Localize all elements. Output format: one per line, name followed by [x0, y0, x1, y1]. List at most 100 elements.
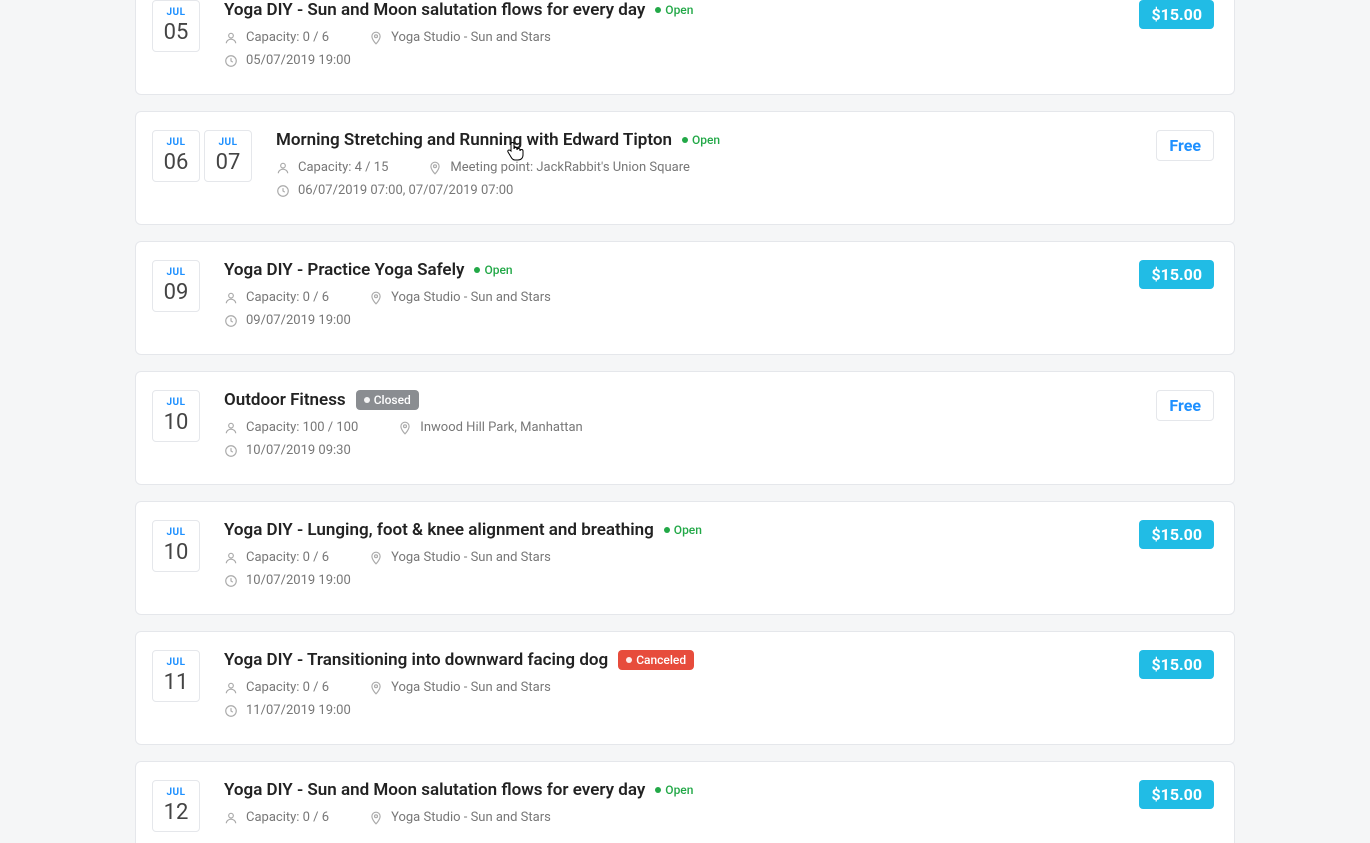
- meta-row: Capacity: 0 / 6 Yoga Studio - Sun and Sta…: [224, 550, 1119, 565]
- event-card[interactable]: JUL06JUL07Morning Stretching and Running…: [135, 111, 1235, 225]
- price-column: $15.00: [1139, 260, 1214, 289]
- status-dot-icon: [474, 267, 480, 273]
- date-badge: JUL10: [152, 390, 200, 442]
- datetime-item: 10/07/2019 09:30: [224, 443, 351, 458]
- date-column: JUL 10: [152, 520, 200, 572]
- price-badge: $15.00: [1139, 0, 1214, 29]
- date-day: 10: [153, 540, 199, 565]
- event-title[interactable]: Yoga DIY - Lunging, foot & knee alignmen…: [224, 520, 654, 540]
- date-month: JUL: [153, 787, 199, 798]
- date-month: JUL: [153, 267, 199, 278]
- price-badge: Free: [1156, 390, 1214, 421]
- status-badge: Closed: [356, 390, 419, 410]
- location-text: Inwood Hill Park, Manhattan: [420, 420, 582, 435]
- date-column: JUL11: [152, 650, 200, 702]
- event-title[interactable]: Outdoor Fitness: [224, 390, 346, 410]
- title-row: Yoga DIY - Practice Yoga Safely Open: [224, 260, 1119, 280]
- location-text: Yoga Studio - Sun and Stars: [391, 30, 551, 45]
- price-column: Free: [1156, 130, 1214, 161]
- date-month: JUL: [153, 137, 199, 148]
- status-label: Canceled: [636, 653, 686, 667]
- event-card[interactable]: JUL09 Yoga DIY - Practice Yoga Safely Open…: [135, 241, 1235, 355]
- event-card[interactable]: JUL 12 Yoga DIY - Sun and Moon salutation …: [135, 761, 1235, 843]
- date-column: JUL 12: [152, 780, 200, 832]
- date-month: JUL: [153, 397, 199, 408]
- event-title[interactable]: Yoga DIY - Sun and Moon salutation flows…: [224, 0, 645, 20]
- date-day: 06: [153, 150, 199, 175]
- location-item: Yoga Studio - Sun and Stars: [369, 810, 551, 825]
- price-column: $15.00: [1139, 780, 1214, 809]
- event-main: Yoga DIY - Sun and Moon salutation flows…: [224, 0, 1119, 76]
- status-label: Closed: [374, 393, 411, 407]
- title-row: Morning Stretching and Running with Edwa…: [276, 130, 1136, 150]
- price-column: Free: [1156, 390, 1214, 421]
- datetime-row: 05/07/2019 19:00: [224, 53, 1119, 68]
- event-card[interactable]: JUL 10 Yoga DIY - Lunging, foot & knee ali…: [135, 501, 1235, 615]
- title-row: Yoga DIY - Transitioning into downward f…: [224, 650, 1119, 670]
- datetime-item: 06/07/2019 07:00, 07/07/2019 07:00: [276, 183, 513, 198]
- event-title[interactable]: Yoga DIY - Practice Yoga Safely: [224, 260, 464, 280]
- meta-row: Capacity: 0 / 6 Yoga Studio - Sun and Sta…: [224, 30, 1119, 45]
- status-label: Open: [665, 3, 693, 17]
- location-pin-icon: [369, 291, 383, 305]
- status-badge: Canceled: [618, 650, 694, 670]
- datetime-item: 10/07/2019 19:00: [224, 573, 351, 588]
- date-month: JUL: [153, 657, 199, 668]
- location-text: Meeting point: JackRabbit's Union Square: [450, 160, 689, 175]
- date-day: 05: [153, 20, 199, 45]
- clock-icon: [224, 574, 238, 588]
- price-badge: $15.00: [1139, 520, 1214, 549]
- datetime-text: 10/07/2019 09:30: [246, 443, 351, 458]
- status-label: Open: [665, 783, 693, 797]
- meta-row: Capacity: 0 / 6Yoga Studio - Sun and Sta…: [224, 290, 1119, 305]
- clock-icon: [224, 314, 238, 328]
- location-text: Yoga Studio - Sun and Stars: [391, 290, 551, 305]
- meta-row: Capacity: 100 / 100 Inwood Hill Park, Man…: [224, 420, 1136, 435]
- person-icon: [224, 291, 238, 305]
- date-badge: JUL09: [152, 260, 200, 312]
- date-column: JUL10: [152, 390, 200, 442]
- person-icon: [224, 31, 238, 45]
- price-badge: Free: [1156, 130, 1214, 161]
- capacity-item: Capacity: 0 / 6: [224, 30, 329, 45]
- datetime-row: 06/07/2019 07:00, 07/07/2019 07:00: [276, 183, 1136, 198]
- status-label: Open: [484, 263, 512, 277]
- event-card[interactable]: JUL10 Outdoor Fitness Closed Capacity: 100 …: [135, 371, 1235, 485]
- event-card[interactable]: JUL 05 Yoga DIY - Sun and Moon salutation …: [135, 0, 1235, 95]
- location-text: Yoga Studio - Sun and Stars: [391, 550, 551, 565]
- person-icon: [224, 681, 238, 695]
- location-item: Yoga Studio - Sun and Stars: [369, 290, 551, 305]
- date-day: 12: [153, 800, 199, 825]
- title-row: Yoga DIY - Lunging, foot & knee alignmen…: [224, 520, 1119, 540]
- location-text: Yoga Studio - Sun and Stars: [391, 810, 551, 825]
- event-main: Yoga DIY - Lunging, foot & knee alignmen…: [224, 520, 1119, 596]
- event-title[interactable]: Yoga DIY - Sun and Moon salutation flows…: [224, 780, 645, 800]
- location-text: Yoga Studio - Sun and Stars: [391, 680, 551, 695]
- event-title[interactable]: Morning Stretching and Running with Edwa…: [276, 130, 672, 150]
- clock-icon: [224, 444, 238, 458]
- location-pin-icon: [369, 681, 383, 695]
- capacity-item: Capacity: 0 / 6: [224, 550, 329, 565]
- datetime-text: 11/07/2019 19:00: [246, 703, 351, 718]
- capacity-item: Capacity: 0 / 6: [224, 680, 329, 695]
- status-label: Open: [692, 133, 720, 147]
- events-list: JUL 05 Yoga DIY - Sun and Moon salutation …: [135, 0, 1235, 843]
- date-month: JUL: [153, 527, 199, 538]
- datetime-row: 10/07/2019 09:30: [224, 443, 1136, 458]
- event-card[interactable]: JUL11 Yoga DIY - Transitioning into downw…: [135, 631, 1235, 745]
- date-column: JUL 05: [152, 0, 200, 52]
- capacity-text: Capacity: 100 / 100: [246, 420, 358, 435]
- status-dot-icon: [682, 137, 688, 143]
- status-badge: Open: [474, 261, 512, 279]
- location-item: Yoga Studio - Sun and Stars: [369, 680, 551, 695]
- price-column: $15.00: [1139, 520, 1214, 549]
- status-dot-icon: [626, 657, 632, 663]
- event-main: Morning Stretching and Running with Edwa…: [276, 130, 1136, 206]
- event-main: Yoga DIY - Practice Yoga Safely Open Capac…: [224, 260, 1119, 336]
- price-badge: $15.00: [1139, 650, 1214, 679]
- date-month: JUL: [153, 7, 199, 18]
- location-pin-icon: [428, 161, 442, 175]
- event-title[interactable]: Yoga DIY - Transitioning into downward f…: [224, 650, 608, 670]
- datetime-text: 06/07/2019 07:00, 07/07/2019 07:00: [298, 183, 513, 198]
- clock-icon: [276, 184, 290, 198]
